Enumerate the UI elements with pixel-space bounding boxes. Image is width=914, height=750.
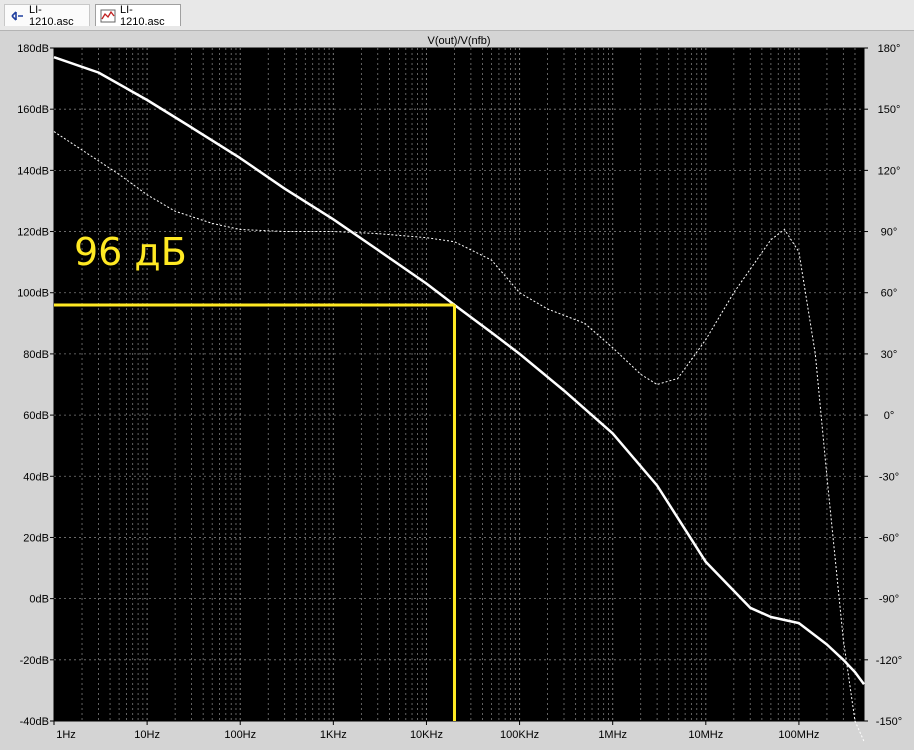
- x-tick-label: 100MHz: [778, 729, 819, 741]
- bode-plot[interactable]: V(out)/V(nfb) 180dB 160dB 140dB 120dB 100dB 8…: [0, 31, 914, 750]
- x-tick-label: 10Hz: [134, 729, 160, 741]
- x-tick-label: 1KHz: [320, 729, 347, 741]
- y-tick-label-left: 40dB: [23, 471, 49, 483]
- tab-label: LI-1210.asc: [120, 3, 165, 28]
- y-tick-label-left: 80dB: [23, 349, 49, 361]
- y-tick-label-left: 60dB: [23, 410, 49, 422]
- waveform-window[interactable]: V(out)/V(nfb) 180dB 160dB 140dB 120dB 100dB 8…: [0, 31, 914, 750]
- x-tick-label: 10KHz: [410, 729, 443, 741]
- y-axis-right: 180° 150° 120° 90° 60° 30° 0° -30° -60° -90° -120°…: [864, 43, 902, 728]
- x-tick-label: 10MHz: [688, 729, 723, 741]
- y-tick-label-left: -20dB: [20, 655, 49, 667]
- y-tick-label-right: 60°: [881, 288, 898, 300]
- y-tick-label-right: -60°: [879, 532, 899, 544]
- y-tick-label-left: 0dB: [29, 594, 49, 606]
- y-tick-label-right: -90°: [879, 594, 899, 606]
- y-tick-label-right: -120°: [876, 655, 902, 667]
- y-tick-label-right: 120°: [878, 165, 901, 177]
- y-tick-label-right: 150°: [878, 104, 901, 116]
- y-tick-label-left: 160dB: [17, 104, 49, 116]
- y-tick-label-right: -30°: [879, 471, 899, 483]
- y-tick-label-right: 0°: [884, 410, 895, 422]
- y-tick-label-right: -150°: [876, 716, 902, 728]
- y-tick-label-right: 180°: [878, 43, 901, 55]
- tab-label: LI-1210.asc: [29, 3, 74, 28]
- tab-waveform[interactable]: LI-1210.asc: [95, 3, 181, 28]
- y-tick-label-left: 180dB: [17, 43, 49, 55]
- x-tick-label: 1Hz: [56, 729, 76, 741]
- gain-annotation: 96 дБ: [74, 230, 187, 274]
- y-tick-label-right: 30°: [881, 349, 898, 361]
- plot-title: V(out)/V(nfb): [428, 35, 491, 47]
- y-tick-label-left: 120dB: [17, 227, 49, 239]
- y-tick-label-left: 20dB: [23, 532, 49, 544]
- x-axis: 1Hz 10Hz 100Hz 1KHz 10KHz 100KHz 1MHz 10MHz 100M…: [53, 721, 819, 741]
- y-axis-left: 180dB 160dB 140dB 120dB 100dB 80dB 60dB 40dB 20d…: [17, 43, 54, 728]
- y-tick-label-left: 100dB: [17, 288, 49, 300]
- y-tick-label-right: 90°: [881, 227, 898, 239]
- y-tick-label-left: 140dB: [17, 165, 49, 177]
- y-tick-label-left: -40dB: [20, 716, 49, 728]
- x-tick-label: 100KHz: [500, 729, 539, 741]
- tab-schematic[interactable]: LI-1210.asc: [4, 3, 90, 28]
- waveform-icon: [100, 8, 116, 24]
- x-tick-label: 100Hz: [224, 729, 256, 741]
- tab-bar: LI-1210.asc LI-1210.asc: [0, 0, 914, 31]
- schematic-icon: [9, 8, 25, 24]
- x-tick-label: 1MHz: [598, 729, 627, 741]
